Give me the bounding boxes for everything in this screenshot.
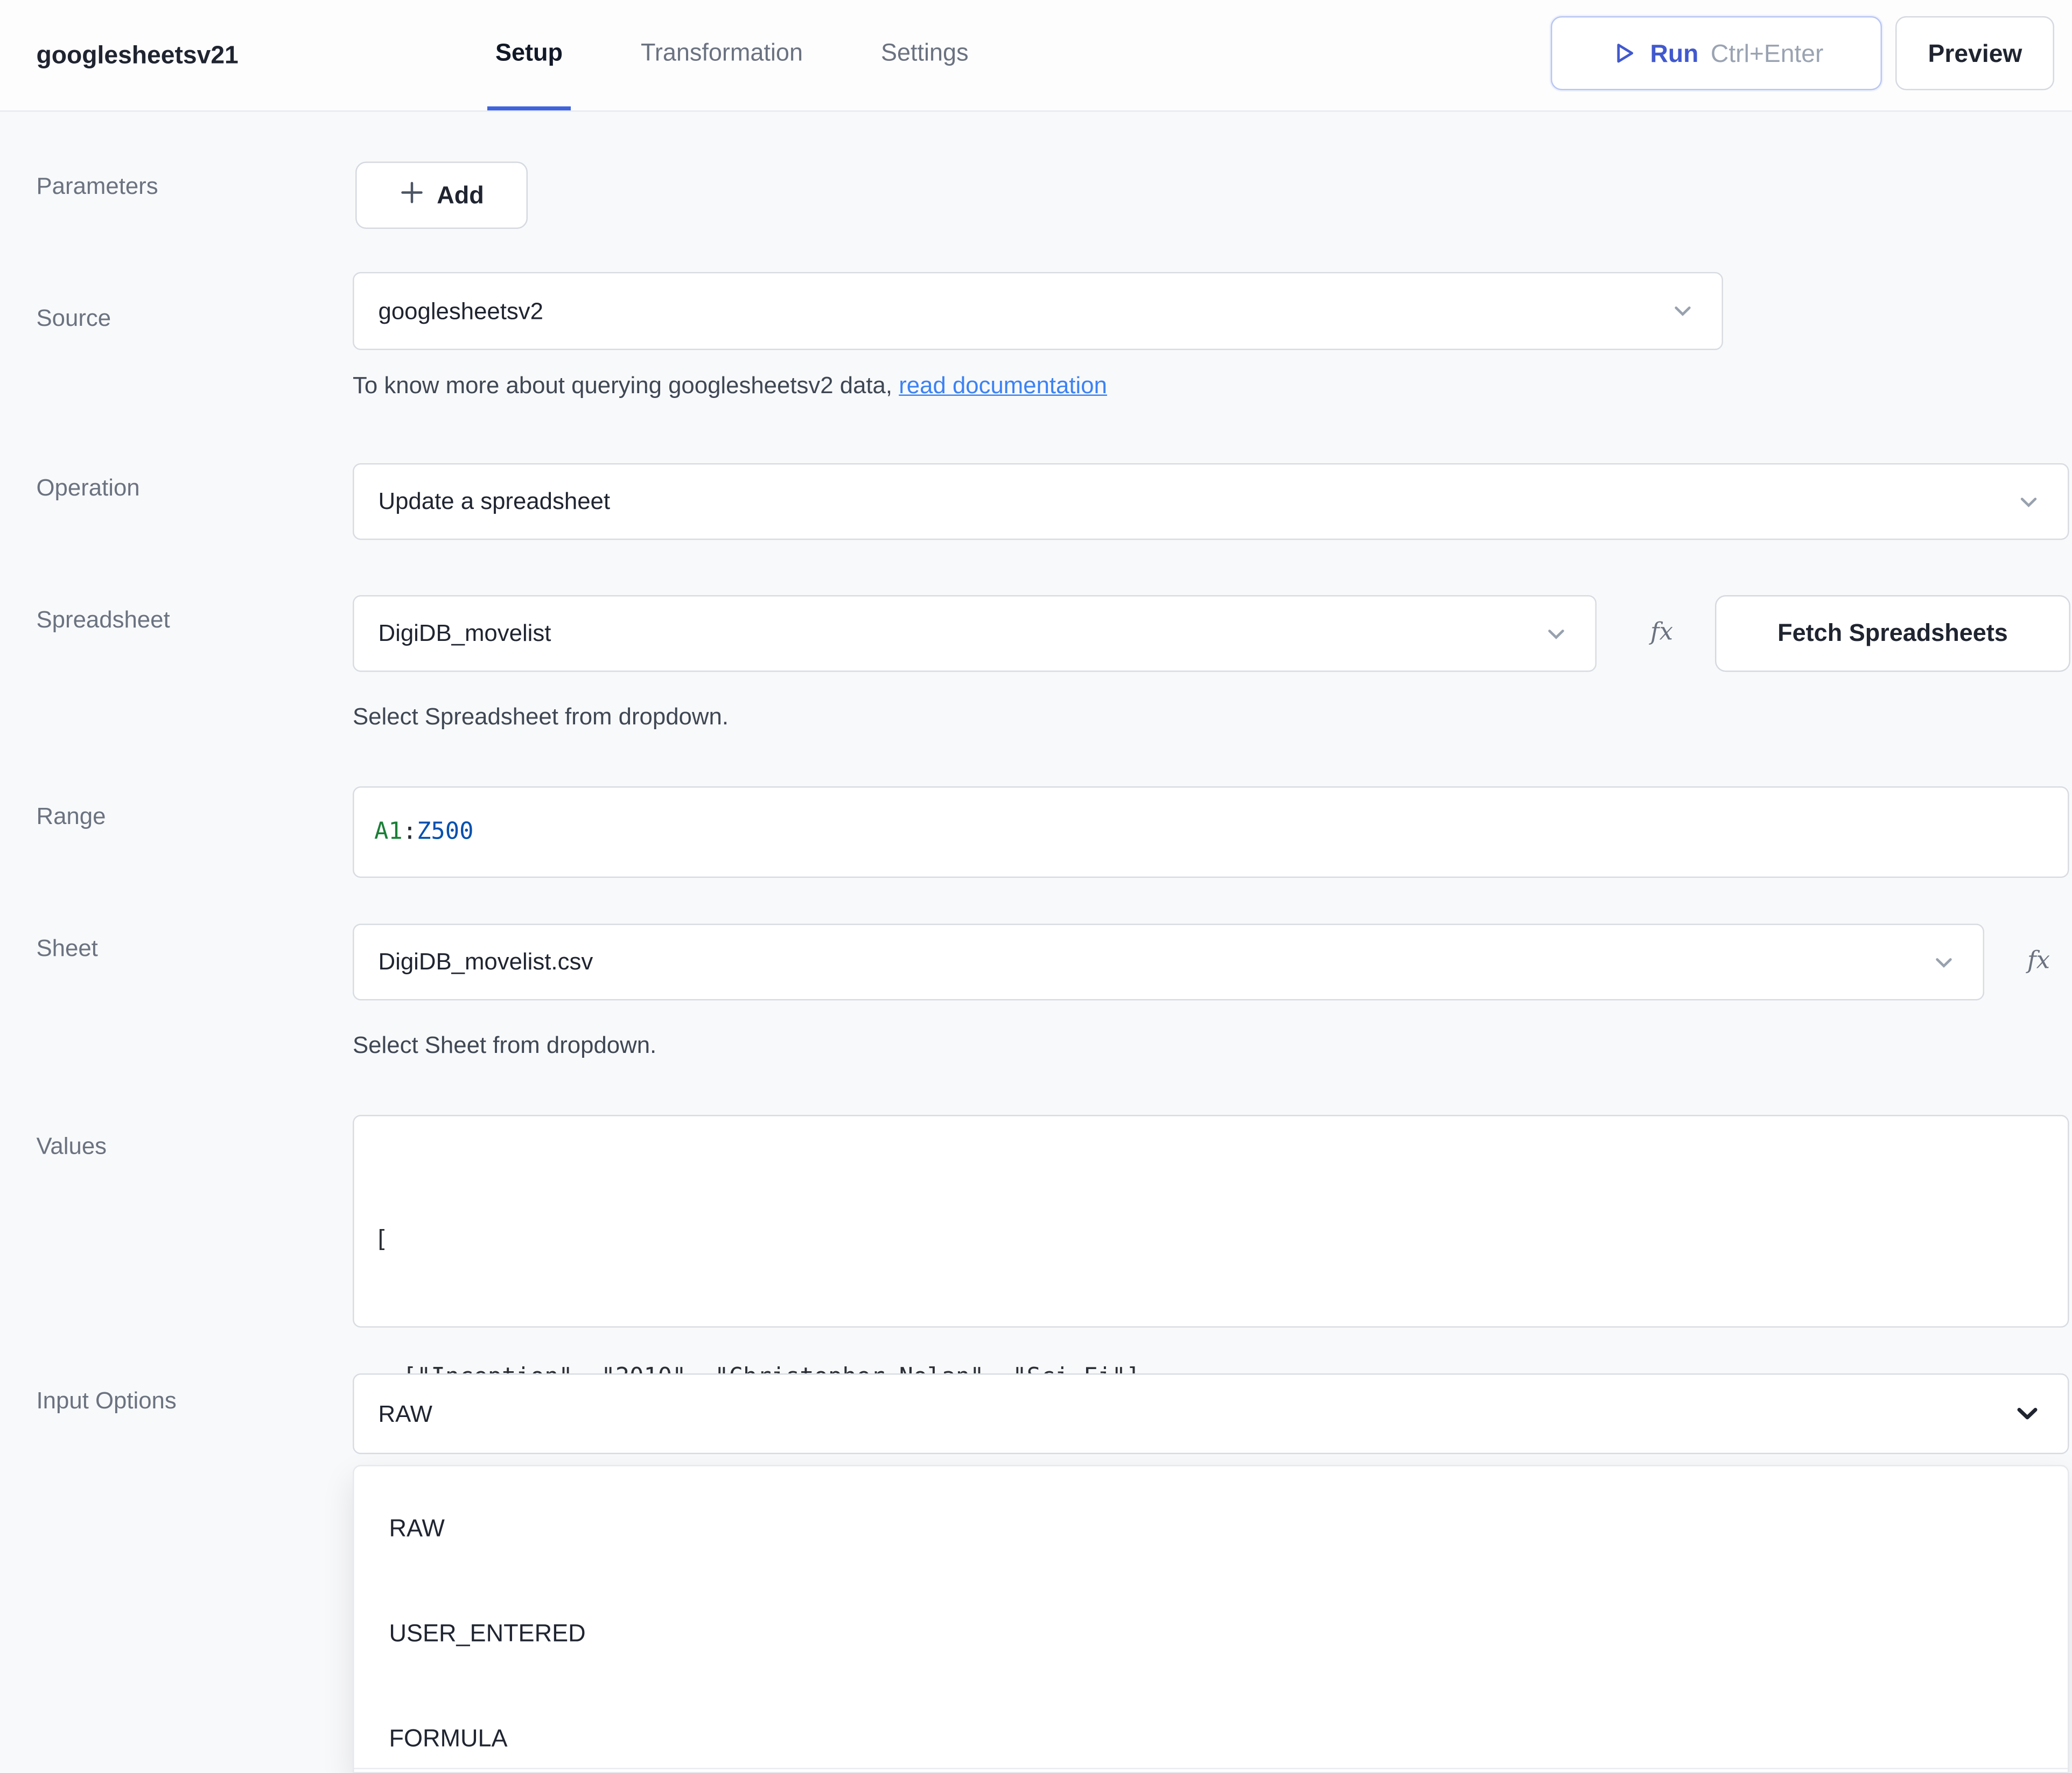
query-editor: googlesheetsv21 Setup Transformation Set…	[0, 0, 2072, 1773]
range-input[interactable]: A1:Z500	[353, 786, 2069, 878]
sheet-help: Select Sheet from dropdown.	[353, 1031, 656, 1060]
sheet-label: Sheet	[37, 934, 98, 963]
input-options-label: Input Options	[37, 1387, 177, 1415]
run-button[interactable]: Run Ctrl+Enter	[1551, 16, 1882, 90]
chevron-down-icon	[1668, 296, 1698, 326]
range-token-b: Z500	[417, 819, 473, 846]
operation-value: Update a spreadsheet	[379, 487, 1998, 516]
source-label: Source	[37, 304, 111, 333]
source-help: To know more about querying googlesheets…	[353, 372, 1107, 400]
option-raw[interactable]: RAW	[354, 1476, 2068, 1581]
fx-toggle-icon[interactable]: fx	[2027, 947, 2050, 975]
range-token-a: A1	[374, 819, 403, 846]
play-icon	[1609, 39, 1638, 68]
preview-button[interactable]: Preview	[1895, 16, 2054, 90]
tab-bar: Setup Transformation Settings	[487, 0, 977, 110]
input-options-select[interactable]: RAW	[353, 1373, 2069, 1454]
chevron-down-icon	[2014, 487, 2043, 516]
option-formula[interactable]: FORMULA	[354, 1686, 2068, 1773]
source-help-text: To know more about querying googlesheets…	[353, 372, 899, 399]
header: googlesheetsv21 Setup Transformation Set…	[0, 0, 2072, 112]
operation-label: Operation	[37, 474, 140, 502]
sheet-value: DigiDB_movelist.csv	[379, 948, 1913, 976]
tab-setup[interactable]: Setup	[487, 0, 571, 110]
values-label: Values	[37, 1133, 107, 1161]
spreadsheet-help: Select Spreadsheet from dropdown.	[353, 703, 729, 731]
tab-settings[interactable]: Settings	[873, 0, 977, 110]
spreadsheet-label: Spreadsheet	[37, 606, 170, 634]
fx-toggle-icon[interactable]: fx	[1650, 618, 1673, 647]
input-options-value: RAW	[379, 1400, 1996, 1428]
query-title: googlesheetsv21	[37, 0, 239, 110]
sheet-select[interactable]: DigiDB_movelist.csv	[353, 924, 1984, 1001]
panel-divider	[354, 1768, 2068, 1769]
chevron-down-icon	[1542, 619, 1571, 648]
range-token-colon: :	[403, 819, 417, 846]
option-user-entered[interactable]: USER_ENTERED	[354, 1581, 2068, 1686]
spreadsheet-value: DigiDB_movelist	[379, 619, 1525, 648]
chevron-down-icon	[2011, 1398, 2043, 1430]
run-shortcut: Ctrl+Enter	[1711, 38, 1823, 68]
input-options-dropdown: RAW USER_ENTERED FORMULA	[353, 1465, 2069, 1773]
fetch-spreadsheets-button[interactable]: Fetch Spreadsheets	[1715, 595, 2070, 672]
spreadsheet-select[interactable]: DigiDB_movelist	[353, 595, 1597, 672]
values-editor[interactable]: [ ["Inception", "2010", "Christopher Nol…	[353, 1115, 2069, 1328]
operation-select[interactable]: Update a spreadsheet	[353, 463, 2069, 540]
chevron-down-icon	[1929, 947, 1959, 977]
parameters-label: Parameters	[37, 172, 158, 201]
source-value: googlesheetsv2	[379, 297, 1652, 325]
header-actions: Run Ctrl+Enter Preview	[1551, 16, 2054, 90]
add-label: Add	[437, 181, 484, 210]
plus-icon	[399, 180, 423, 211]
read-documentation-link[interactable]: read documentation	[899, 372, 1107, 399]
source-select[interactable]: googlesheetsv2	[353, 272, 1723, 350]
range-label: Range	[37, 802, 106, 831]
add-parameter-button[interactable]: Add	[355, 162, 528, 229]
values-line: [	[374, 1217, 2048, 1263]
run-label: Run	[1650, 38, 1698, 68]
tab-transformation[interactable]: Transformation	[633, 0, 811, 110]
